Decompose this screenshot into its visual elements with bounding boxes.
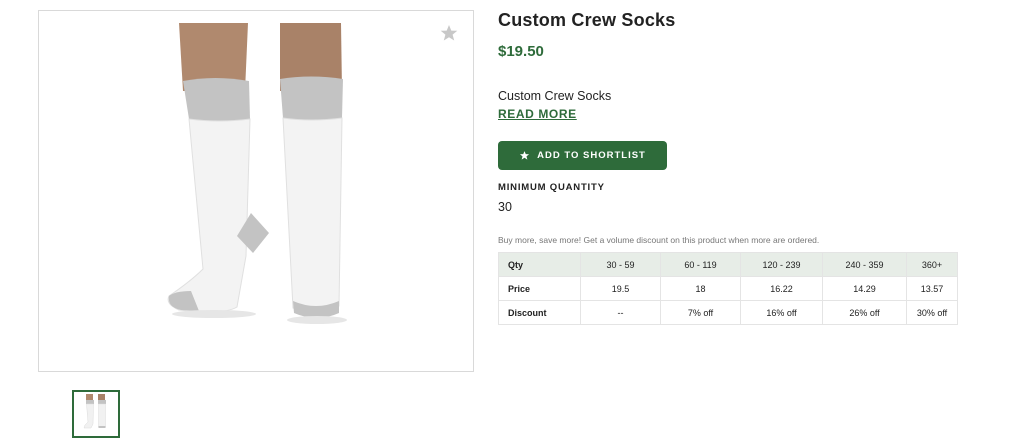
add-to-shortlist-label: ADD TO SHORTLIST: [537, 150, 646, 161]
table-cell: --: [580, 300, 661, 325]
product-title: Custom Crew Socks: [498, 10, 676, 30]
add-to-shortlist-button[interactable]: ADD TO SHORTLIST: [498, 141, 667, 170]
table-row: Qty 30 - 59 60 - 119 120 - 239 240 - 359…: [498, 252, 958, 277]
table-cell: 18: [660, 276, 741, 301]
product-price: $19.50: [498, 43, 544, 60]
table-cell: 7% off: [660, 300, 741, 325]
table-cell: 16% off: [740, 300, 823, 325]
product-image-frame: [38, 10, 474, 372]
table-cell: 16.22: [740, 276, 823, 301]
table-cell: 60 - 119: [660, 252, 741, 277]
star-icon: [520, 151, 530, 160]
table-row: Discount -- 7% off 16% off 26% off 30% o…: [498, 300, 958, 325]
table-cell: 360+: [906, 252, 958, 277]
volume-discount-note: Buy more, save more! Get a volume discou…: [498, 235, 820, 245]
table-cell: 30% off: [906, 300, 958, 325]
table-cell: 30 - 59: [580, 252, 661, 277]
table-cell: 14.29: [822, 276, 907, 301]
product-image-crew-socks: [167, 23, 347, 324]
row-label: Price: [498, 276, 581, 301]
table-cell: 120 - 239: [740, 252, 823, 277]
table-cell: 19.5: [580, 276, 661, 301]
minimum-quantity-value: 30: [498, 200, 512, 214]
table-row: Price 19.5 18 16.22 14.29 13.57: [498, 276, 958, 301]
minimum-quantity-label: MINIMUM QUANTITY: [498, 182, 605, 193]
volume-pricing-table: Qty 30 - 59 60 - 119 120 - 239 240 - 359…: [498, 252, 958, 325]
read-more-link[interactable]: READ MORE: [498, 107, 577, 121]
table-cell: 240 - 359: [822, 252, 907, 277]
row-label: Discount: [498, 300, 581, 325]
row-label: Qty: [498, 252, 581, 277]
thumbnail-crew-socks: [83, 394, 106, 429]
product-description: Custom Crew Socks: [498, 89, 612, 103]
product-thumbnail[interactable]: [72, 390, 120, 438]
favorite-star-icon[interactable]: [439, 23, 459, 43]
table-cell: 13.57: [906, 276, 958, 301]
table-cell: 26% off: [822, 300, 907, 325]
